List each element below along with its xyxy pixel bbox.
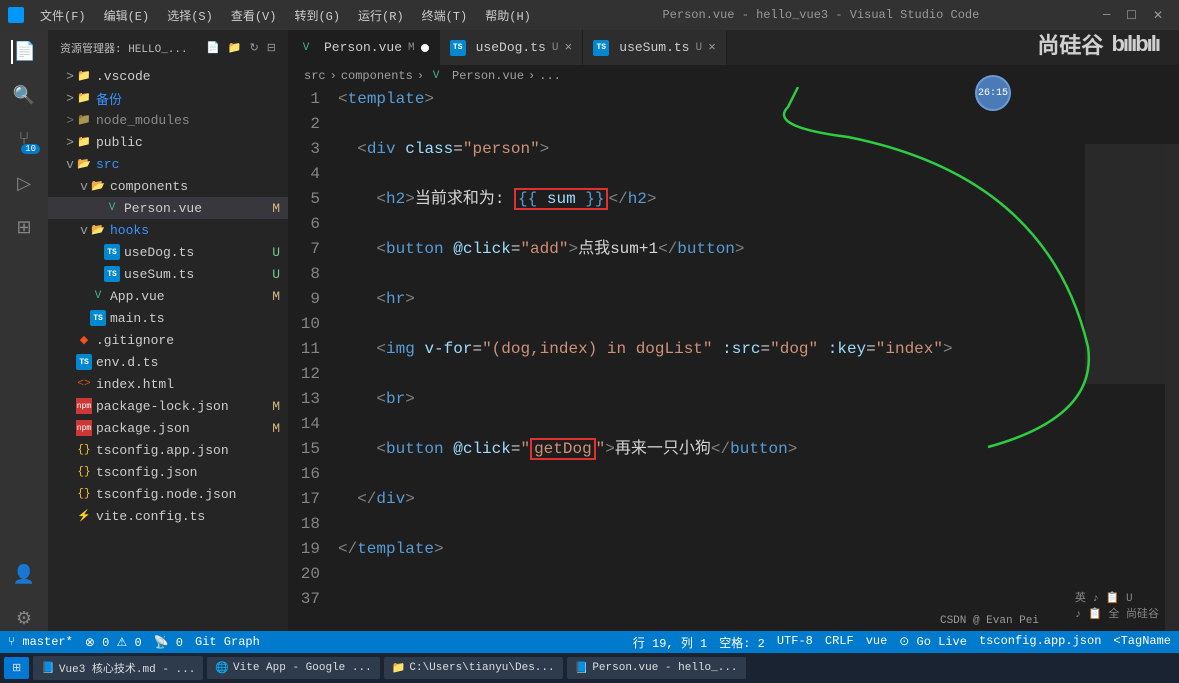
brand-watermark: 尚硅谷 bılıbılı [1037, 28, 1159, 60]
tree-item[interactable]: v📂src [48, 153, 288, 175]
new-file-icon[interactable]: 📄 [206, 41, 220, 55]
tree-item[interactable]: {}tsconfig.json [48, 461, 288, 483]
cursor-position[interactable]: 行 19, 列 1 [633, 634, 707, 651]
menu-item[interactable]: 编辑(E) [96, 3, 158, 28]
tree-item[interactable]: {}tsconfig.node.json [48, 483, 288, 505]
crumb[interactable]: Person.vue [452, 69, 524, 83]
line-gutter: 123456789101112131415161718192037 [288, 87, 338, 631]
tree-item[interactable]: <>index.html [48, 373, 288, 395]
tree-item[interactable]: ◆.gitignore [48, 329, 288, 351]
refresh-icon[interactable]: ↻ [250, 41, 259, 55]
menu-item[interactable]: 查看(V) [223, 3, 285, 28]
crumb[interactable]: ... [539, 69, 561, 83]
close-icon[interactable]: ✕ [1153, 8, 1163, 23]
file-tree: >📁.vscode>📁备份>📁node_modules>📁publicv📂src… [48, 65, 288, 631]
menu-item[interactable]: 文件(F) [32, 3, 94, 28]
crumb[interactable]: components [341, 69, 413, 83]
titlebar: 文件(F)编辑(E)选择(S)查看(V)转到(G)运行(R)终端(T)帮助(H)… [0, 0, 1179, 30]
menu-item[interactable]: 选择(S) [159, 3, 221, 28]
tagname-indicator[interactable]: <TagName [1113, 634, 1171, 651]
scrollbar[interactable] [1165, 144, 1179, 631]
code-editor[interactable]: 123456789101112131415161718192037 <templ… [288, 87, 1179, 631]
search-icon[interactable]: 🔍 [12, 84, 36, 108]
minimap[interactable] [1085, 144, 1165, 544]
tree-item[interactable]: VApp.vueM [48, 285, 288, 307]
encoding-indicator[interactable]: UTF-8 [777, 634, 813, 651]
extensions-icon[interactable]: ⊞ [12, 216, 36, 240]
vscode-icon [8, 7, 24, 23]
brand-watermark-2: 英 ♪ 📋 U♪ 📋 全 尚硅谷 [1075, 589, 1159, 621]
code-content[interactable]: <template> <div class="person"> <h2>当前求和… [338, 87, 1179, 631]
taskbar-item[interactable]: 📁 C:\Users\tianyu\Des... [384, 657, 563, 679]
language-indicator[interactable]: vue [866, 634, 888, 651]
minimize-icon[interactable]: ─ [1103, 8, 1110, 23]
video-timestamp: 26:15 [975, 75, 1011, 111]
window-title: Person.vue - hello_vue3 - Visual Studio … [539, 8, 1103, 22]
taskbar-item[interactable]: 📘 Person.vue - hello_... [567, 657, 746, 679]
tsconfig-indicator[interactable]: tsconfig.app.json [979, 634, 1101, 651]
tree-item[interactable]: v📂components [48, 175, 288, 197]
vue-icon: V [428, 68, 444, 84]
tree-item[interactable]: TSmain.ts [48, 307, 288, 329]
menu-item[interactable]: 转到(G) [286, 3, 348, 28]
taskbar-item[interactable]: 🌐 Vite App - Google ... [207, 657, 379, 679]
sidebar-header: 资源管理器: HELLO_... 📄 📁 ↻ ⊟ [48, 30, 288, 65]
explorer-icon[interactable]: 📄 [11, 40, 35, 64]
sidebar: 资源管理器: HELLO_... 📄 📁 ↻ ⊟ >📁.vscode>📁备份>📁… [48, 30, 288, 631]
account-icon[interactable]: 👤 [12, 563, 36, 587]
problems-indicator[interactable]: ⊗ 0 ⚠ 0 [85, 635, 142, 650]
menu-item[interactable]: 运行(R) [350, 3, 412, 28]
radio-indicator[interactable]: 📡 0 [154, 635, 183, 650]
tree-item[interactable]: >📁node_modules [48, 109, 288, 131]
maximize-icon[interactable]: ☐ [1126, 8, 1137, 23]
source-control-icon[interactable]: ⑂10 [12, 128, 36, 152]
tree-item[interactable]: >📁备份 [48, 87, 288, 109]
indent-indicator[interactable]: 空格: 2 [719, 634, 765, 651]
tree-item[interactable]: TSuseSum.tsU [48, 263, 288, 285]
tree-item[interactable]: >📁public [48, 131, 288, 153]
gitgraph-button[interactable]: Git Graph [195, 635, 260, 649]
tree-item[interactable]: >📁.vscode [48, 65, 288, 87]
menu-item[interactable]: 终端(T) [414, 3, 476, 28]
collapse-icon[interactable]: ⊟ [267, 41, 276, 55]
tree-item[interactable]: ⚡vite.config.ts [48, 505, 288, 527]
tree-item[interactable]: VPerson.vueM [48, 197, 288, 219]
windows-taskbar: ⊞ 📘 Vue3 核心技术.md - ... 🌐 Vite App - Goog… [0, 653, 1179, 683]
sidebar-title: 资源管理器: HELLO_... [60, 40, 188, 56]
csdn-watermark: CSDN @ Evan Pei [940, 615, 1039, 627]
editor-tab[interactable]: VPerson.vueM [288, 30, 440, 65]
editor-area: VPerson.vueMTSuseDog.tsU×TSuseSum.tsU× s… [288, 30, 1179, 631]
settings-icon[interactable]: ⚙ [12, 607, 36, 631]
activity-bar: 📄 🔍 ⑂10 ▷ ⊞ 👤 ⚙ [0, 30, 48, 631]
tree-item[interactable]: {}tsconfig.app.json [48, 439, 288, 461]
breadcrumb[interactable]: src › components › VPerson.vue › ... [288, 65, 1179, 87]
crumb[interactable]: src [304, 69, 326, 83]
menu-item[interactable]: 帮助(H) [477, 3, 539, 28]
tree-item[interactable]: TSuseDog.tsU [48, 241, 288, 263]
editor-tab[interactable]: TSuseSum.tsU× [583, 30, 727, 65]
window-controls: ─ ☐ ✕ [1103, 8, 1171, 23]
statusbar: ⑂ master* ⊗ 0 ⚠ 0 📡 0 Git Graph 行 19, 列 … [0, 631, 1179, 653]
editor-tab[interactable]: TSuseDog.tsU× [440, 30, 584, 65]
debug-icon[interactable]: ▷ [12, 172, 36, 196]
tree-item[interactable]: npmpackage.jsonM [48, 417, 288, 439]
new-folder-icon[interactable]: 📁 [228, 41, 242, 55]
start-button[interactable]: ⊞ [4, 657, 29, 679]
branch-indicator[interactable]: ⑂ master* [8, 635, 73, 649]
eol-indicator[interactable]: CRLF [825, 634, 854, 651]
tree-item[interactable]: TSenv.d.ts [48, 351, 288, 373]
menu-bar: 文件(F)编辑(E)选择(S)查看(V)转到(G)运行(R)终端(T)帮助(H) [32, 3, 539, 28]
scm-badge: 10 [21, 144, 40, 154]
tree-item[interactable]: npmpackage-lock.jsonM [48, 395, 288, 417]
taskbar-item[interactable]: 📘 Vue3 核心技术.md - ... [33, 656, 203, 680]
golive-button[interactable]: ⊙ Go Live [899, 634, 967, 651]
tree-item[interactable]: v📂hooks [48, 219, 288, 241]
